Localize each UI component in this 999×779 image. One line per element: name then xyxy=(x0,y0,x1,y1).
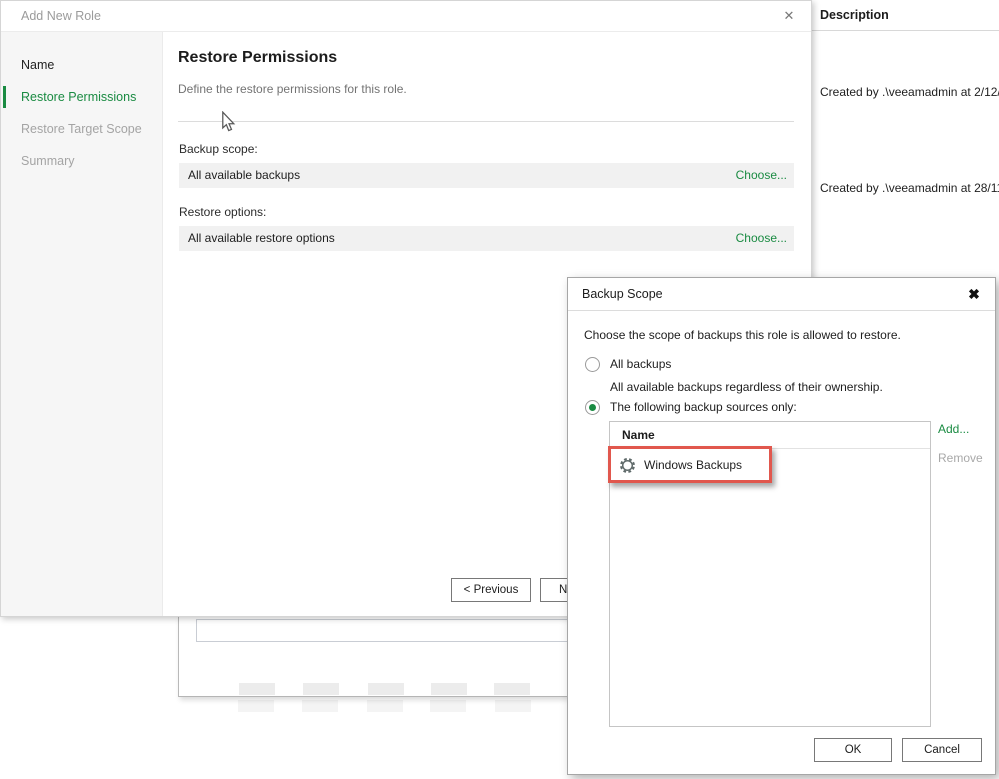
backup-sources-list: Name Windows Backups xyxy=(609,421,931,727)
dimmed-button-placeholder xyxy=(368,683,404,695)
backup-scope-dialog: Backup Scope ✖ Choose the scope of backu… xyxy=(567,277,996,775)
list-item-windows-backups[interactable]: Windows Backups xyxy=(610,449,930,482)
dimmed-list-outline xyxy=(196,619,568,642)
dimmed-button-placeholder xyxy=(239,683,275,695)
radio-all-backups-label[interactable]: All backups xyxy=(610,357,671,371)
section-divider xyxy=(178,121,794,122)
close-icon[interactable]: ✖ xyxy=(963,278,985,310)
dialog-title: Backup Scope xyxy=(582,278,663,310)
dimmed-button-placeholder xyxy=(303,683,339,695)
sidebar-item-label: Restore Permissions xyxy=(21,90,136,104)
close-icon[interactable]: ✕ xyxy=(779,1,799,31)
page-title: Restore Permissions xyxy=(178,49,337,67)
cancel-button[interactable]: Cancel xyxy=(902,738,982,762)
backup-scope-choose-link[interactable]: Choose... xyxy=(736,163,787,188)
list-item-label: Windows Backups xyxy=(644,449,742,482)
radio-sources-only-label[interactable]: The following backup sources only: xyxy=(610,400,797,414)
gear-icon xyxy=(619,457,636,479)
sidebar-item-label: Summary xyxy=(21,154,74,168)
dimmed-button-placeholder xyxy=(430,700,466,712)
radio-all-backups[interactable] xyxy=(585,357,600,372)
dimmed-underlying-window xyxy=(178,616,568,697)
dimmed-button-placeholder xyxy=(367,700,403,712)
dimmed-button-placeholder xyxy=(302,700,338,712)
backup-scope-value: All available backups xyxy=(188,163,300,188)
dialog-prompt: Choose the scope of backups this role is… xyxy=(584,328,901,342)
radio-sources-only[interactable] xyxy=(585,400,600,415)
add-link[interactable]: Add... xyxy=(938,422,969,436)
sidebar-item-restore-target-scope[interactable]: Restore Target Scope xyxy=(1,113,162,145)
restore-options-label: Restore options: xyxy=(179,205,266,219)
remove-link: Remove xyxy=(938,451,983,465)
sidebar-item-label: Restore Target Scope xyxy=(21,122,142,136)
active-step-bar xyxy=(3,86,6,108)
sidebar-item-summary[interactable]: Summary xyxy=(1,145,162,177)
restore-options-row: All available restore options Choose... xyxy=(179,226,794,251)
name-column-header: Name xyxy=(622,422,655,448)
mouse-cursor-icon xyxy=(219,111,237,138)
dimmed-button-placeholder xyxy=(495,700,531,712)
sidebar-item-label: Name xyxy=(21,58,54,72)
dimmed-button-placeholder xyxy=(494,683,530,695)
radio-all-backups-description: All available backups regardless of thei… xyxy=(610,380,883,394)
restore-options-choose-link[interactable]: Choose... xyxy=(736,226,787,251)
description-column-header: Description xyxy=(820,0,999,30)
page-subtitle: Define the restore permissions for this … xyxy=(178,82,407,96)
wizard-titlebar: Add New Role ✕ xyxy=(1,1,811,32)
restore-options-value: All available restore options xyxy=(188,226,335,251)
column-header-divider xyxy=(812,30,999,31)
sidebar-item-restore-permissions[interactable]: Restore Permissions xyxy=(1,81,162,113)
sidebar-item-name[interactable]: Name xyxy=(1,49,162,81)
backup-scope-row: All available backups Choose... xyxy=(179,163,794,188)
dimmed-button-placeholder xyxy=(431,683,467,695)
wizard-step-sidebar: Name Restore Permissions Restore Target … xyxy=(1,32,163,616)
wizard-title: Add New Role xyxy=(21,1,101,31)
role-description-row: Created by .\veeamadmin at 28/11 xyxy=(820,181,999,195)
role-description-row: Created by .\veeamadmin at 2/12/ xyxy=(820,85,999,99)
dialog-titlebar: Backup Scope ✖ xyxy=(568,278,995,311)
ok-button[interactable]: OK xyxy=(814,738,892,762)
backup-scope-label: Backup scope: xyxy=(179,142,258,156)
list-header: Name xyxy=(610,422,930,449)
previous-button[interactable]: < Previous xyxy=(451,578,531,602)
dimmed-button-placeholder xyxy=(238,700,274,712)
